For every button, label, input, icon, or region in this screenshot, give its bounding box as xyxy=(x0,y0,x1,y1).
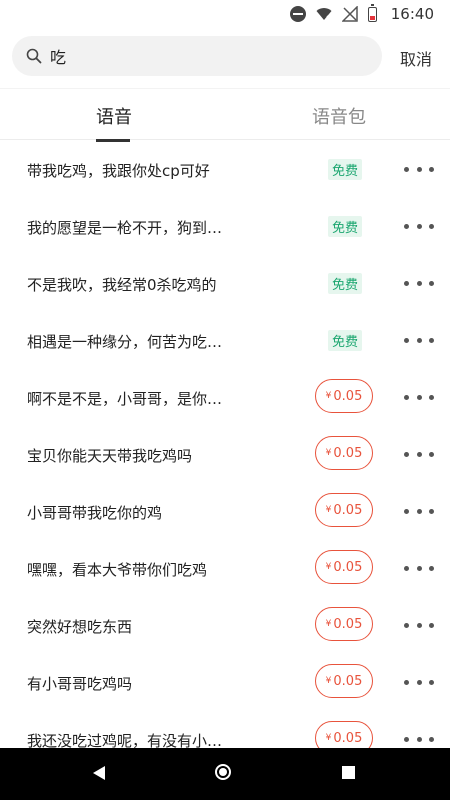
price-button[interactable]: ¥0.05 xyxy=(315,664,373,698)
item-title: 突然好想吃东西 xyxy=(27,618,133,636)
voice-list: 带我吃鸡，我跟你处cp可好 免费 我的愿望是一枪不开，狗到… 免费 不是我吹，我… xyxy=(0,141,450,768)
back-icon[interactable] xyxy=(93,766,105,780)
more-options-icon[interactable] xyxy=(404,392,434,402)
list-item[interactable]: 相遇是一种缘分，何苦为吃… 免费 xyxy=(0,312,450,369)
list-item[interactable]: 啊不是不是，小哥哥，是你… ¥0.05 xyxy=(0,369,450,426)
price-value: 0.05 xyxy=(333,616,363,632)
item-title: 嘿嘿，看本大爷带你们吃鸡 xyxy=(27,561,208,579)
price-value: 0.05 xyxy=(333,730,363,746)
price-value: 0.05 xyxy=(333,559,363,575)
tab-voice[interactable]: 语音 xyxy=(96,103,132,129)
price-button[interactable]: ¥0.05 xyxy=(315,493,373,527)
cancel-button[interactable]: 取消 xyxy=(400,46,432,70)
price-button[interactable]: ¥0.05 xyxy=(315,607,373,641)
wifi-icon xyxy=(316,6,332,22)
more-options-icon[interactable] xyxy=(404,620,434,630)
currency-symbol: ¥ xyxy=(325,562,332,572)
free-badge: 免费 xyxy=(328,159,363,180)
battery-low-icon xyxy=(367,3,377,22)
free-badge: 免费 xyxy=(328,216,363,237)
price-button[interactable]: ¥0.05 xyxy=(315,379,373,413)
item-title: 带我吃鸡，我跟你处cp可好 xyxy=(27,162,210,180)
list-item[interactable]: 嘿嘿，看本大爷带你们吃鸡 ¥0.05 xyxy=(0,540,450,597)
list-item[interactable]: 带我吃鸡，我跟你处cp可好 免费 xyxy=(0,141,450,198)
list-item[interactable]: 有小哥哥吃鸡吗 ¥0.05 xyxy=(0,654,450,711)
price-value: 0.05 xyxy=(333,445,363,461)
item-title: 啊不是不是，小哥哥，是你… xyxy=(27,390,223,408)
item-title: 有小哥哥吃鸡吗 xyxy=(27,675,133,693)
more-options-icon[interactable] xyxy=(404,563,434,573)
list-item[interactable]: 小哥哥带我吃你的鸡 ¥0.05 xyxy=(0,483,450,540)
more-options-icon[interactable] xyxy=(404,677,434,687)
more-options-icon[interactable] xyxy=(404,221,434,231)
currency-symbol: ¥ xyxy=(325,505,332,515)
search-input[interactable] xyxy=(50,46,350,66)
do-not-disturb-icon xyxy=(289,6,306,22)
status-time: 16:40 xyxy=(390,5,434,23)
item-title: 我的愿望是一枪不开，狗到… xyxy=(27,219,223,237)
free-badge: 免费 xyxy=(328,273,363,294)
more-options-icon[interactable] xyxy=(404,734,434,744)
price-value: 0.05 xyxy=(333,502,363,518)
currency-symbol: ¥ xyxy=(325,676,332,686)
currency-symbol: ¥ xyxy=(325,391,332,401)
search-icon xyxy=(26,48,42,64)
more-options-icon[interactable] xyxy=(404,506,434,516)
price-value: 0.05 xyxy=(333,388,363,404)
item-title: 不是我吹，我经常0杀吃鸡的 xyxy=(27,276,217,294)
search-box[interactable] xyxy=(12,36,382,76)
item-title: 相遇是一种缘分，何苦为吃… xyxy=(27,333,223,351)
list-item[interactable]: 我的愿望是一枪不开，狗到… 免费 xyxy=(0,198,450,255)
price-button[interactable]: ¥0.05 xyxy=(315,436,373,470)
list-item[interactable]: 不是我吹，我经常0杀吃鸡的 免费 xyxy=(0,255,450,312)
currency-symbol: ¥ xyxy=(325,448,332,458)
list-item[interactable]: 突然好想吃东西 ¥0.05 xyxy=(0,597,450,654)
free-badge: 免费 xyxy=(328,330,363,351)
price-button[interactable]: ¥0.05 xyxy=(315,550,373,584)
tab-bar: 语音 语音包 xyxy=(0,88,450,142)
recent-apps-icon[interactable] xyxy=(342,766,355,779)
system-nav-bar xyxy=(0,748,450,800)
more-options-icon[interactable] xyxy=(404,278,434,288)
more-options-icon[interactable] xyxy=(404,164,434,174)
no-signal-icon xyxy=(340,5,358,22)
more-options-icon[interactable] xyxy=(404,449,434,459)
more-options-icon[interactable] xyxy=(404,335,434,345)
search-row: 取消 xyxy=(0,36,450,78)
item-title: 宝贝你能天天带我吃鸡吗 xyxy=(27,447,193,465)
tab-voice-pack[interactable]: 语音包 xyxy=(312,103,366,129)
status-bar: 16:40 xyxy=(0,0,450,28)
currency-symbol: ¥ xyxy=(325,619,332,629)
price-value: 0.05 xyxy=(333,673,363,689)
currency-symbol: ¥ xyxy=(325,733,332,743)
home-icon[interactable] xyxy=(215,764,231,780)
list-item[interactable]: 宝贝你能天天带我吃鸡吗 ¥0.05 xyxy=(0,426,450,483)
item-title: 小哥哥带我吃你的鸡 xyxy=(27,504,163,522)
